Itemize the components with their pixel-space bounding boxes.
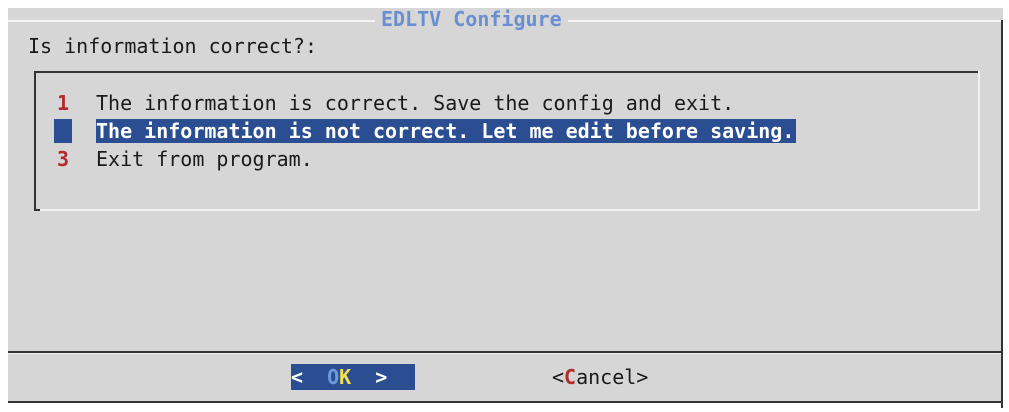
menu-item-label: The information is correct. Save the con… <box>96 91 735 115</box>
listbox-border-right <box>978 71 980 211</box>
button-separator-highlight <box>8 353 1001 354</box>
dialog-title: EDLTV Configure <box>375 8 568 30</box>
menu-item-label: Exit from program. <box>96 147 313 171</box>
listbox-corner <box>34 209 40 211</box>
dialog-prompt: Is information correct?: <box>28 34 317 58</box>
menu-items: 1 The information is correct. Save the c… <box>54 89 797 173</box>
menu-item-2[interactable]: 2 The information is not correct. Let me… <box>54 117 797 145</box>
listbox-border-left <box>34 71 36 211</box>
listbox-border-bottom <box>34 209 980 211</box>
cancel-label-rest: ancel> <box>576 365 649 389</box>
ok-right-bracket: > <box>351 365 388 389</box>
ok-button[interactable]: < OK > <box>291 364 415 390</box>
menu-item-tag: 3 <box>56 147 70 171</box>
cancel-hotkey: C <box>564 365 577 389</box>
menu-listbox: 1 The information is correct. Save the c… <box>34 71 980 211</box>
configure-dialog: EDLTV Configure Is information correct?:… <box>8 8 1003 408</box>
cancel-button[interactable]: <Cancel> <box>552 364 648 390</box>
ok-hotkey: K <box>339 365 352 389</box>
menu-item-tag: 1 <box>56 91 70 115</box>
menu-item-label: The information is not correct. Let me e… <box>96 119 797 143</box>
dialog-frame-right <box>1001 20 1003 408</box>
dialog-frame-bottom <box>8 401 1003 403</box>
menu-item-1[interactable]: 1 The information is correct. Save the c… <box>54 89 796 117</box>
cancel-left-bracket: < <box>552 365 565 389</box>
menu-item-3[interactable]: 3 Exit from program. <box>54 145 796 173</box>
listbox-border-top <box>34 71 980 73</box>
ok-label-o: O <box>327 365 340 389</box>
ok-left-bracket: < <box>291 365 328 389</box>
menu-item-tag: 2 <box>54 119 72 143</box>
